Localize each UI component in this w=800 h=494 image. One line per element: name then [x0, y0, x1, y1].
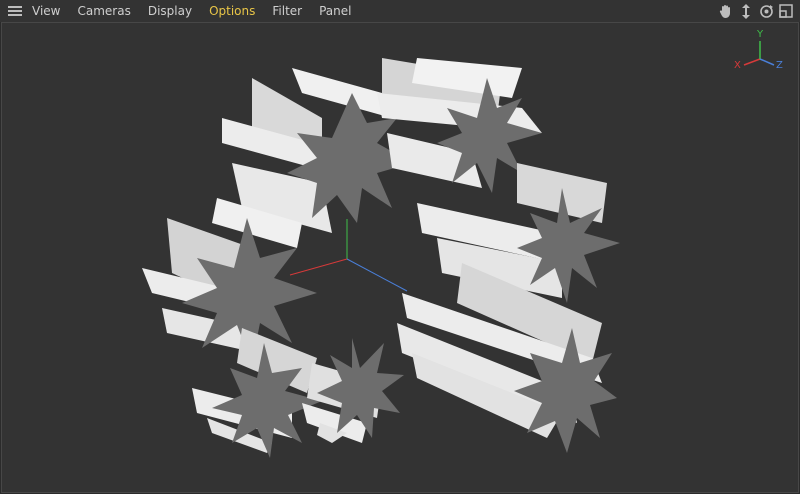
extruded-star-object[interactable]	[192, 328, 322, 458]
viewport-window: View Cameras Display Options Filter Pane…	[0, 0, 800, 494]
menu-panel[interactable]: Panel	[319, 0, 351, 22]
hamburger-menu-icon[interactable]	[8, 6, 22, 16]
axis-gizmo[interactable]: X Y Z	[730, 29, 790, 79]
extruded-star-object[interactable]	[302, 338, 404, 443]
menu-options[interactable]: Options	[209, 0, 255, 22]
extruded-star-object[interactable]	[142, 198, 317, 363]
menu-display[interactable]: Display	[148, 0, 192, 22]
world-axis-z	[346, 258, 408, 292]
hand-pan-icon[interactable]	[718, 2, 734, 20]
gizmo-y-label: Y	[757, 29, 764, 40]
world-axis-x	[289, 258, 348, 276]
menu-cameras[interactable]: Cameras	[77, 0, 130, 22]
menu-filter[interactable]: Filter	[272, 0, 302, 22]
move-arrows-icon[interactable]	[738, 2, 754, 20]
maximize-view-icon[interactable]	[778, 2, 794, 20]
scene-canvas	[142, 58, 620, 458]
gizmo-axis-z	[759, 58, 775, 66]
extruded-star-object[interactable]	[417, 163, 620, 303]
menu-view[interactable]: View	[32, 0, 60, 22]
gizmo-z-label: Z	[776, 60, 783, 71]
gizmo-axis-x	[743, 58, 761, 66]
extruded-star-object[interactable]	[397, 263, 617, 453]
orbit-icon[interactable]	[758, 2, 774, 20]
3d-viewport[interactable]: X Y Z	[1, 22, 799, 493]
viewport-menubar: View Cameras Display Options Filter Pane…	[0, 0, 800, 22]
gizmo-x-label: X	[734, 60, 741, 71]
viewport-tools	[718, 2, 794, 20]
